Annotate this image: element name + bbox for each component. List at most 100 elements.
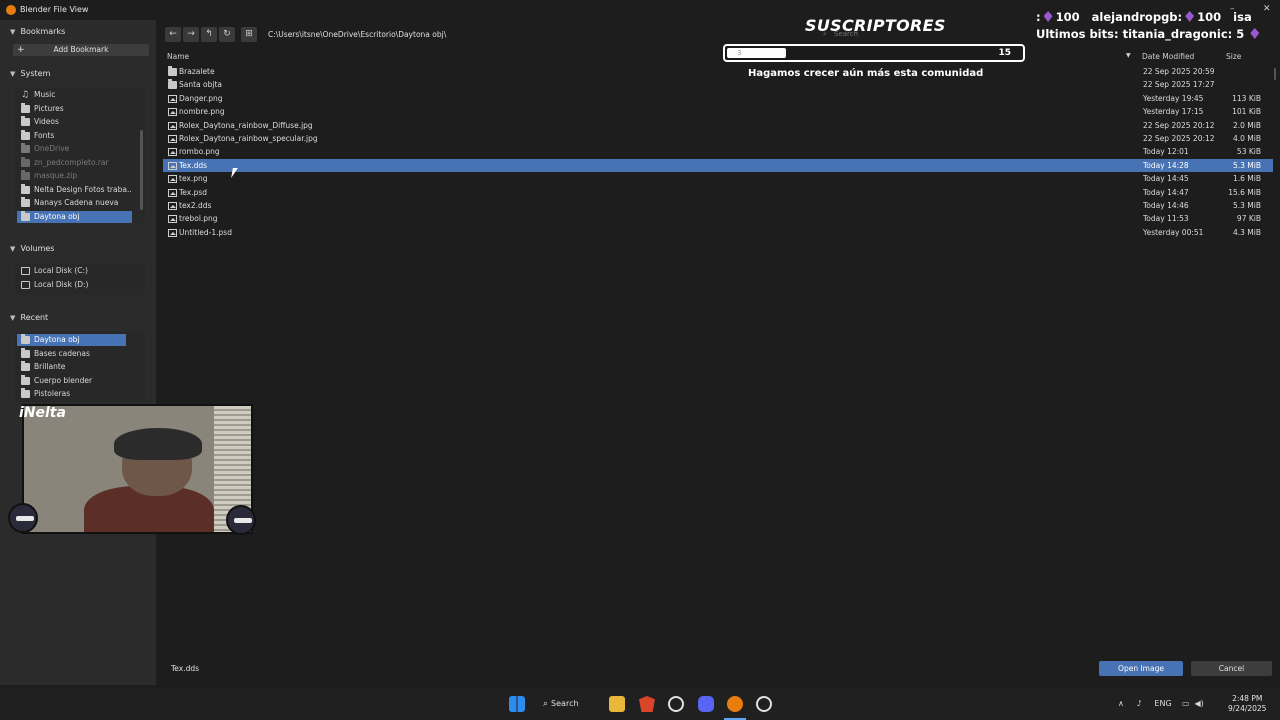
bookmarks-heading: Bookmarks <box>20 27 66 36</box>
file-row[interactable]: nombre.png Yesterday 17:15 101 KiB <box>163 105 1273 118</box>
sidebar-item-label: Pistoleras <box>34 389 71 398</box>
blender-app-icon[interactable] <box>727 696 743 712</box>
file-row[interactable]: Rolex_Daytona_rainbow_specular.jpg 22 Sep… <box>163 132 1273 145</box>
file-name: Untitled-1.psd <box>179 227 232 237</box>
microphone-icon[interactable]: ♪ <box>1137 699 1142 708</box>
recent-item-daytona-obj[interactable]: Daytona obj <box>17 334 126 346</box>
chevron-down-icon: ▼ <box>10 245 16 253</box>
add-bookmark-button[interactable]: + Add Bookmark <box>13 44 149 56</box>
image-file-icon <box>168 108 177 117</box>
latest-bits-ticker: Ultimos bits: titania_dragonic: 5 <box>1036 27 1262 41</box>
sidebar-item-disk-c[interactable]: Local Disk (C:) <box>17 265 132 277</box>
file-row[interactable]: Santa objta 22 Sep 2025 17:27 <box>163 78 1273 91</box>
file-row[interactable]: tex2.dds Today 14:46 5.3 MiB <box>163 199 1273 212</box>
brave-browser-icon[interactable] <box>639 696 655 712</box>
emote-glasses <box>16 516 34 521</box>
file-row[interactable]: Untitled-1.psd Yesterday 00:51 4.3 MiB <box>163 226 1273 239</box>
column-header-date[interactable]: Date Modified <box>1142 52 1194 61</box>
windows-start-icon[interactable] <box>509 696 525 712</box>
sidebar-item-daytona-obj[interactable]: Daytona obj <box>17 210 132 223</box>
system-heading: System <box>20 69 51 78</box>
taskbar-clock[interactable]: 2:48 PM 9/24/2025 <box>1228 694 1266 714</box>
sidebar-item-pictures[interactable]: Pictures <box>17 102 132 115</box>
recent-item-brillante[interactable]: Brillante <box>17 361 132 373</box>
file-name: Rolex_Daytona_rainbow_specular.jpg <box>179 133 318 143</box>
file-size: 53 KiB <box>1236 147 1261 157</box>
taskbar-search-label: Search <box>551 699 579 708</box>
file-row[interactable]: rombo.png Today 12:01 53 KiB <box>163 145 1273 158</box>
file-explorer-icon[interactable] <box>609 696 625 712</box>
file-browser-footer: Tex.dds Open Image Cancel <box>160 661 1280 678</box>
cancel-button[interactable]: Cancel <box>1191 661 1272 676</box>
avatar-emote-left <box>8 503 38 533</box>
new-folder-button[interactable]: ⊞ <box>241 27 257 42</box>
sidebar-item-label: Local Disk (C:) <box>34 266 88 275</box>
top-bits-ticker: :100 alejandropgb: 100 isa <box>1036 10 1252 24</box>
open-image-button[interactable]: Open Image <box>1099 661 1183 676</box>
image-file-icon <box>168 161 177 170</box>
volumes-list: Local Disk (C:) Local Disk (D:) <box>15 263 145 295</box>
sidebar-item-disk-d[interactable]: Local Disk (D:) <box>17 279 132 291</box>
sidebar-item-videos[interactable]: Videos <box>17 116 132 128</box>
sort-chevron-icon[interactable]: ▼ <box>1126 52 1131 59</box>
file-row[interactable]: Danger.png Yesterday 19:45 113 KiB <box>163 92 1273 105</box>
webcam-overlay <box>22 404 253 534</box>
file-row-selected[interactable]: Tex.dds Today 14:28 5.3 MiB <box>163 158 1273 173</box>
obs-studio-icon[interactable] <box>756 696 772 712</box>
file-date: 22 Sep 2025 20:12 <box>1143 120 1215 130</box>
back-button[interactable]: ← <box>165 27 181 42</box>
file-row[interactable]: tex.png Today 14:45 1.6 MiB <box>163 172 1273 185</box>
chevron-up-icon[interactable]: ∧ <box>1118 699 1124 708</box>
folder-icon <box>21 143 30 153</box>
file-row[interactable]: Tex.psd Today 14:47 15.6 MiB <box>163 186 1273 199</box>
chevron-down-icon: ▼ <box>10 28 16 36</box>
folder-icon <box>21 102 30 113</box>
clock-time: 2:48 PM <box>1232 694 1263 703</box>
file-date: 22 Sep 2025 17:27 <box>1143 80 1215 90</box>
filename-input[interactable]: Tex.dds <box>166 661 1092 676</box>
bookmarks-panel-header[interactable]: ▼ Bookmarks <box>10 27 65 36</box>
refresh-button[interactable]: ↻ <box>219 27 235 42</box>
image-file-icon <box>168 175 177 184</box>
sidebar-item-music[interactable]: ♫ Music <box>17 89 132 101</box>
language-indicator[interactable]: ENG <box>1154 699 1171 708</box>
latest-bits-text: Ultimos bits: titania_dragonic: 5 <box>1036 27 1245 41</box>
close-icon[interactable]: ✕ <box>1263 4 1271 14</box>
file-size: 113 KiB <box>1232 93 1261 103</box>
parent-directory-button[interactable]: ↰ <box>201 27 217 42</box>
column-header-name[interactable]: Name <box>167 52 189 61</box>
steam-icon[interactable] <box>668 696 684 712</box>
image-file-icon <box>168 134 177 143</box>
sidebar-item-nanays[interactable]: Nanays Cadena nueva <box>17 197 132 209</box>
file-name: trebol.png <box>179 214 218 224</box>
volumes-panel-header[interactable]: ▼ Volumes <box>10 244 54 253</box>
file-size: 1.6 MiB <box>1232 174 1261 184</box>
sidebar-item-nelta-design[interactable]: Nelta Design Fotos traba... <box>17 183 132 196</box>
system-panel-header[interactable]: ▼ System <box>10 69 50 78</box>
discord-icon[interactable] <box>698 696 714 712</box>
folder-icon <box>168 79 177 90</box>
recent-item-pistoleras[interactable]: Pistoleras <box>17 388 132 400</box>
taskbar-search-button[interactable]: ⌕ Search <box>543 696 593 712</box>
subscriber-goal-fill <box>727 48 786 58</box>
file-list-scrollbar[interactable] <box>1274 68 1276 80</box>
sidebar-item-rar[interactable]: zn_pedcompleto.rar <box>17 156 132 169</box>
file-row[interactable]: Brazalete 22 Sep 2025 20:59 <box>163 65 1273 78</box>
directory-path-input[interactable]: C:\Users\itsne\OneDrive\Escritorio\Dayto… <box>263 27 813 42</box>
system-scrollbar[interactable] <box>140 130 143 210</box>
sidebar: ▼ Bookmarks + Add Bookmark ▼ System ♫ Mus… <box>0 20 156 685</box>
recent-panel-header[interactable]: ▼ Recent <box>10 313 48 322</box>
column-header-size[interactable]: Size <box>1226 52 1241 61</box>
network-icon[interactable]: ▭ <box>1182 699 1190 708</box>
sidebar-item-zip[interactable]: masque.zip <box>17 170 132 182</box>
file-row[interactable]: trebol.png Today 11:53 97 KiB <box>163 212 1273 225</box>
recent-item-cuerpo-blender[interactable]: Cuerpo blender <box>17 374 132 387</box>
forward-button[interactable]: → <box>183 27 199 42</box>
recent-item-bases-cadenas[interactable]: Bases cadenas <box>17 347 132 360</box>
arrow-left-icon: ← <box>169 29 177 39</box>
volume-icon[interactable]: ◀) <box>1194 699 1203 708</box>
file-row[interactable]: Rolex_Daytona_rainbow_Diffuse.jpg 22 Sep … <box>163 119 1273 132</box>
sidebar-item-onedrive[interactable]: OneDrive <box>17 143 132 155</box>
sidebar-item-fonts[interactable]: Fonts <box>17 129 132 142</box>
add-bookmark-label: Add Bookmark <box>53 45 109 54</box>
